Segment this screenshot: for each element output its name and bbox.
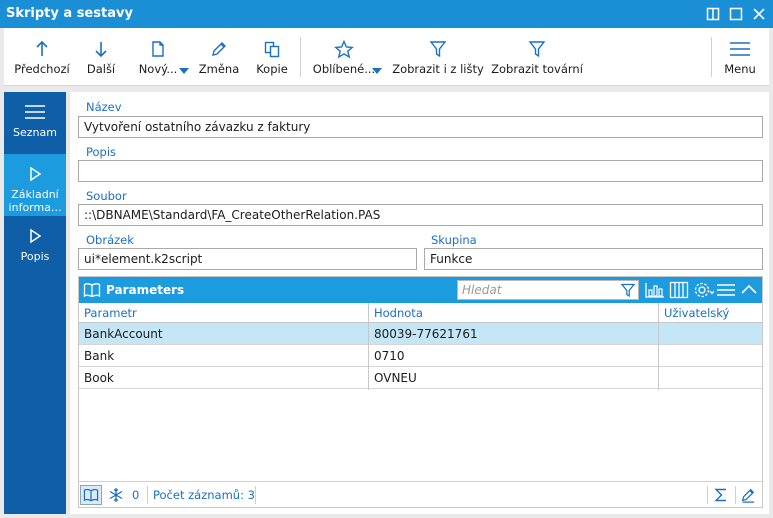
column-headers: Parametr Hodnota Uživatelský vstup	[79, 303, 762, 334]
sidebar-item-label: Popis	[20, 250, 50, 263]
next-label: Další	[86, 62, 116, 76]
toolbar-separator	[300, 37, 301, 77]
chart-icon[interactable]	[645, 280, 665, 300]
hamburger-icon	[729, 39, 751, 59]
table-row[interactable]: Bank 0710	[79, 345, 762, 367]
menu-button[interactable]: Menu	[720, 28, 760, 86]
sidebar: Seznam Základní informa... Popis	[4, 92, 66, 514]
grid-search-input[interactable]: Hledat	[457, 280, 639, 300]
table-cell: Bank	[84, 349, 115, 363]
grid-footer: 0 Počet záznamů: 3	[79, 481, 762, 507]
footer-separator	[147, 486, 148, 504]
table-cell: 80039-77621761	[374, 327, 478, 341]
arrow-down-icon	[93, 39, 109, 59]
grid-header: Parameters Hledat	[79, 277, 762, 303]
table-cell: 0710	[374, 349, 405, 363]
file-label: Soubor	[86, 189, 127, 203]
table-row[interactable]: BankAccount 80039-77621761	[79, 323, 762, 345]
copy-label: Kopie	[256, 62, 288, 76]
footer-separator	[255, 486, 256, 504]
edit-label: Změna	[198, 62, 240, 76]
close-icon[interactable]	[750, 5, 768, 23]
column-header-value[interactable]: Hodnota	[374, 306, 423, 320]
sidebar-item-label: Seznam	[13, 126, 57, 139]
next-button[interactable]: Další	[82, 28, 120, 86]
filter-icon	[528, 39, 546, 59]
description-label: Popis	[86, 145, 117, 159]
filter-icon	[429, 39, 447, 59]
grid-title: Parameters	[106, 283, 185, 297]
star-icon	[334, 39, 354, 59]
sidebar-item-basic-info[interactable]: Základní informa...	[4, 154, 66, 216]
favorites-dropdown-icon[interactable]	[372, 68, 382, 74]
previous-label: Předchozí	[14, 62, 70, 76]
play-icon	[28, 164, 42, 184]
list-icon	[24, 102, 46, 122]
book-view-button[interactable]	[80, 485, 102, 505]
copy-icon	[263, 39, 281, 59]
new-document-icon	[150, 39, 166, 59]
file-field[interactable]: ::\DBNAME\Standard\FA_CreateOtherRelatio…	[78, 204, 763, 226]
edit-button[interactable]: Změna	[198, 28, 240, 86]
pencil-icon	[210, 39, 228, 59]
table-cell: Book	[84, 371, 114, 385]
sum-icon[interactable]	[713, 482, 729, 508]
toolbar: Předchozí Další Nový... Změna Kopie Oblí…	[4, 28, 769, 86]
search-placeholder: Hledat	[462, 283, 502, 297]
description-field[interactable]	[78, 160, 763, 182]
record-count: Počet záznamů: 3	[153, 488, 255, 502]
show-from-bar-button[interactable]: Zobrazit i z lišty	[392, 28, 484, 86]
play-icon	[28, 226, 42, 246]
sidebar-item-list[interactable]: Seznam	[4, 92, 66, 154]
book-icon	[83, 488, 99, 502]
image-field[interactable]: ui*element.k2script	[78, 248, 417, 270]
title-bar: Skripty a sestavy	[0, 0, 773, 28]
table-cell: BankAccount	[84, 327, 163, 341]
table-row[interactable]: Book OVNEU	[79, 367, 762, 389]
name-label: Název	[86, 100, 122, 114]
group-label: Skupina	[431, 233, 477, 247]
sidebar-item-description[interactable]: Popis	[4, 216, 66, 278]
chevron-up-icon[interactable]	[740, 280, 758, 300]
group-field[interactable]: Funkce	[424, 248, 763, 270]
window-title: Skripty a sestavy	[6, 6, 133, 21]
hamburger-icon[interactable]	[716, 280, 736, 300]
parameters-grid: Parameters Hledat Parametr Hodnota Uživa…	[78, 276, 763, 508]
show-factory-label: Zobrazit tovární	[491, 62, 583, 76]
column-divider	[658, 303, 659, 390]
arrow-up-icon	[34, 39, 50, 59]
maximize-icon[interactable]	[727, 5, 745, 23]
copy-button[interactable]: Kopie	[253, 28, 291, 86]
show-factory-button[interactable]: Zobrazit tovární	[491, 28, 583, 86]
sidebar-item-label: Základní informa...	[8, 188, 62, 214]
restore-icon[interactable]	[704, 5, 722, 23]
pencil-icon[interactable]	[740, 482, 756, 508]
new-button[interactable]: Nový...	[130, 28, 189, 86]
footer-separator	[707, 486, 708, 504]
menu-label: Menu	[724, 62, 756, 76]
favorites-label: Oblíbené...	[312, 62, 376, 76]
book-icon	[83, 280, 101, 300]
new-label: Nový...	[138, 62, 178, 76]
show-from-bar-label: Zobrazit i z lišty	[392, 62, 484, 76]
frozen-count: 0	[132, 488, 140, 502]
filter-icon[interactable]	[620, 283, 636, 300]
toolbar-separator	[711, 37, 712, 77]
name-field[interactable]: Vytvoření ostatního závazku z faktury	[78, 116, 763, 138]
favorites-button[interactable]: Oblíbené...	[309, 28, 382, 86]
snowflake-icon[interactable]	[108, 482, 124, 508]
image-label: Obrázek	[86, 233, 134, 247]
table-cell: OVNEU	[374, 371, 417, 385]
column-divider	[368, 303, 369, 390]
gear-icon[interactable]	[693, 280, 715, 300]
footer-separator	[735, 486, 736, 504]
columns-icon[interactable]	[669, 280, 689, 300]
new-dropdown-icon[interactable]	[179, 68, 189, 74]
column-header-parameter[interactable]: Parametr	[84, 306, 137, 320]
previous-button[interactable]: Předchozí	[14, 28, 70, 86]
